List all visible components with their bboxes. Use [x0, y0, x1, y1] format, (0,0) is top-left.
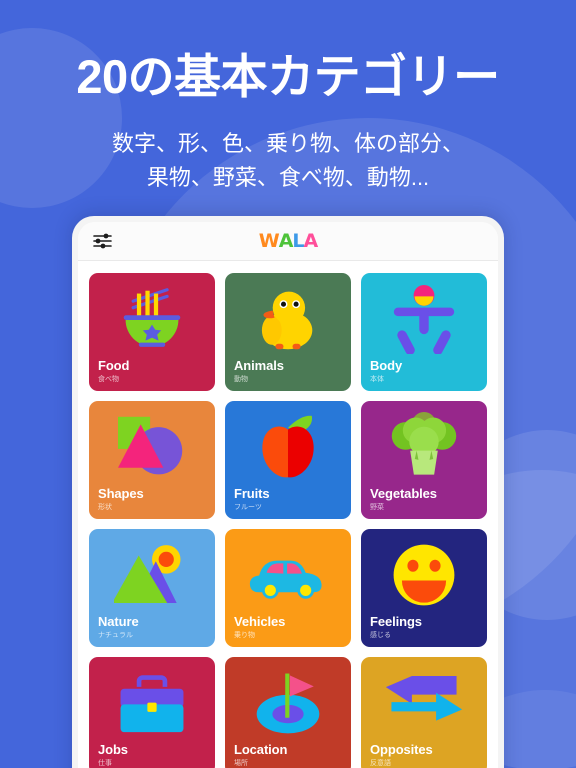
car-icon — [225, 533, 351, 617]
category-card-vegetables[interactable]: Vegetables 野菜 — [361, 401, 487, 519]
sliders-icon[interactable] — [92, 231, 114, 251]
flag-pin-icon — [225, 661, 351, 745]
category-card-fruits[interactable]: Fruits フルーツ — [225, 401, 351, 519]
category-card-opposites[interactable]: Opposites 反意語 — [361, 657, 487, 768]
duck-icon — [225, 277, 351, 361]
card-subtitle: 本体 — [370, 375, 384, 384]
card-title: Shapes — [98, 486, 144, 502]
category-card-food[interactable]: Food 食べ物 — [89, 273, 215, 391]
card-subtitle: ナチュラル — [98, 631, 133, 640]
card-title: Nature — [98, 614, 139, 630]
app-header: WALA — [78, 222, 498, 261]
card-subtitle: 感じる — [370, 631, 391, 640]
card-subtitle: 動物 — [234, 375, 248, 384]
card-text-block: Animals 動物 — [234, 358, 345, 385]
card-subtitle: 食べ物 — [98, 375, 119, 384]
app-logo: WALA — [78, 222, 498, 260]
hero-section: 20の基本カテゴリー 数字、形、色、乗り物、体の部分、 果物、野菜、食べ物、動物… — [0, 0, 576, 195]
card-text-block: Vegetables 野菜 — [370, 486, 481, 513]
card-subtitle: 反意語 — [370, 759, 391, 768]
card-subtitle: 乗り物 — [234, 631, 255, 640]
page-title: 20の基本カテゴリー — [76, 50, 500, 103]
card-title: Fruits — [234, 486, 270, 502]
logo-letter-2: L — [292, 230, 304, 252]
shapes-icon — [89, 405, 215, 489]
card-title: Body — [370, 358, 403, 374]
logo-letter-0: W — [258, 230, 280, 252]
card-text-block: Jobs 仕事 — [98, 742, 209, 768]
card-title: Jobs — [98, 742, 128, 758]
card-subtitle: フルーツ — [234, 503, 262, 512]
broccoli-icon — [361, 405, 487, 489]
card-subtitle: 形状 — [98, 503, 112, 512]
card-text-block: Feelings 感じる — [370, 614, 481, 641]
apple-icon — [225, 405, 351, 489]
arrows-opposite-icon — [361, 661, 487, 745]
category-card-location[interactable]: Location 場所 — [225, 657, 351, 768]
hero-subtitle-line-2: 果物、野菜、食べ物、動物... — [146, 164, 430, 190]
category-card-nature[interactable]: Nature ナチュラル — [89, 529, 215, 647]
card-text-block: Opposites 反意語 — [370, 742, 481, 768]
category-grid: Food 食べ物 Animals 動物 Body 本体 Shapes 形状 Fruits… — [78, 261, 498, 768]
card-text-block: Location 場所 — [234, 742, 345, 768]
card-text-block: Food 食べ物 — [98, 358, 209, 385]
card-title: Vegetables — [370, 486, 437, 502]
category-card-jobs[interactable]: Jobs 仕事 — [89, 657, 215, 768]
category-card-shapes[interactable]: Shapes 形状 — [89, 401, 215, 519]
card-text-block: Fruits フルーツ — [234, 486, 345, 513]
logo-letter-3: A — [303, 230, 319, 252]
category-card-animals[interactable]: Animals 動物 — [225, 273, 351, 391]
card-text-block: Nature ナチュラル — [98, 614, 209, 641]
hero-subtitle-line-1: 数字、形、色、乗り物、体の部分、 — [111, 130, 464, 156]
mountain-sun-icon — [89, 533, 215, 617]
card-text-block: Body 本体 — [370, 358, 481, 385]
app-screen: WALA Food 食べ物 Animals 動物 Body 本体 Shapes … — [78, 222, 498, 768]
noodle-bowl-icon — [89, 277, 215, 361]
category-card-feelings[interactable]: Feelings 感じる — [361, 529, 487, 647]
logo-letter-1: A — [278, 230, 294, 252]
card-subtitle: 野菜 — [370, 503, 384, 512]
briefcase-icon — [89, 661, 215, 745]
person-icon — [361, 277, 487, 361]
category-card-vehicles[interactable]: Vehicles 乗り物 — [225, 529, 351, 647]
card-text-block: Vehicles 乗り物 — [234, 614, 345, 641]
card-title: Opposites — [370, 742, 433, 758]
card-subtitle: 場所 — [234, 759, 248, 768]
smiley-face-icon — [361, 533, 487, 617]
category-card-body[interactable]: Body 本体 — [361, 273, 487, 391]
card-title: Vehicles — [234, 614, 286, 630]
card-title: Food — [98, 358, 130, 374]
card-text-block: Shapes 形状 — [98, 486, 209, 513]
card-subtitle: 仕事 — [98, 759, 112, 768]
card-title: Animals — [234, 358, 284, 374]
device-mockup: WALA Food 食べ物 Animals 動物 Body 本体 Shapes … — [72, 216, 504, 768]
card-title: Location — [234, 742, 288, 758]
card-title: Feelings — [370, 614, 422, 630]
